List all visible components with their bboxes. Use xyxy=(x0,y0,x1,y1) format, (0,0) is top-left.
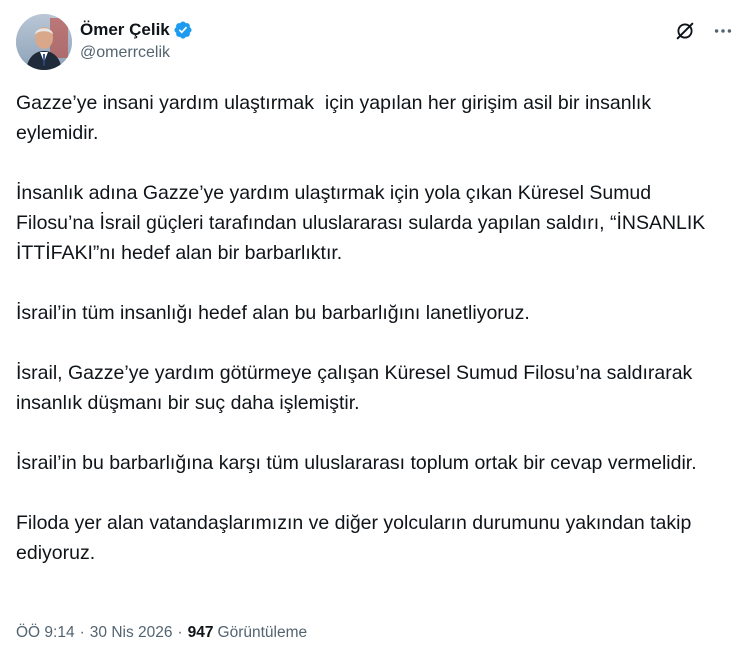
tweet-time[interactable]: ÖÖ 9:14 xyxy=(16,624,75,642)
tweet-text: Gazze’ye insani yardım ulaştırmak için y… xyxy=(16,88,734,568)
author-handle[interactable]: @omerrcelik xyxy=(80,44,193,62)
tweet-paragraph: İsrail’in bu barbarlığına karşı tüm ulus… xyxy=(16,452,697,474)
tweet-top-actions xyxy=(674,20,734,42)
views-count[interactable]: 947 xyxy=(188,624,214,642)
tweet-paragraph: İsrail’in tüm insanlığı hedef alan bu ba… xyxy=(16,302,530,324)
tweet-meta: ÖÖ 9:14 · 30 Nis 2026 · 947 Görüntüleme xyxy=(16,624,307,642)
author-block: Ömer Çelik @omerrcelik xyxy=(80,18,193,62)
tweet-paragraph: Gazze’ye insani yardım ulaştırmak için y… xyxy=(16,92,657,144)
verified-badge-icon[interactable] xyxy=(173,20,193,40)
meta-separator: · xyxy=(79,624,85,641)
views-label: Görüntüleme xyxy=(217,624,308,641)
more-options-icon[interactable] xyxy=(712,20,734,42)
grok-icon[interactable] xyxy=(674,20,696,42)
tweet-paragraph: Filoda yer alan vatandaşlarımızın ve diğ… xyxy=(16,512,697,564)
avatar[interactable] xyxy=(16,14,72,70)
tweet-paragraph: İsrail, Gazze’ye yardım götürmeye çalışa… xyxy=(16,362,698,414)
avatar-image xyxy=(16,14,72,70)
tweet-paragraph: İnsanlık adına Gazze’ye yardım ulaştırma… xyxy=(16,182,711,264)
tweet-header: Ömer Çelik @omerrcelik xyxy=(16,14,734,74)
name-row: Ömer Çelik xyxy=(80,18,193,42)
tweet-date[interactable]: 30 Nis 2026 xyxy=(90,624,173,642)
author-display-name[interactable]: Ömer Çelik xyxy=(80,20,170,40)
meta-separator: · xyxy=(177,624,183,641)
